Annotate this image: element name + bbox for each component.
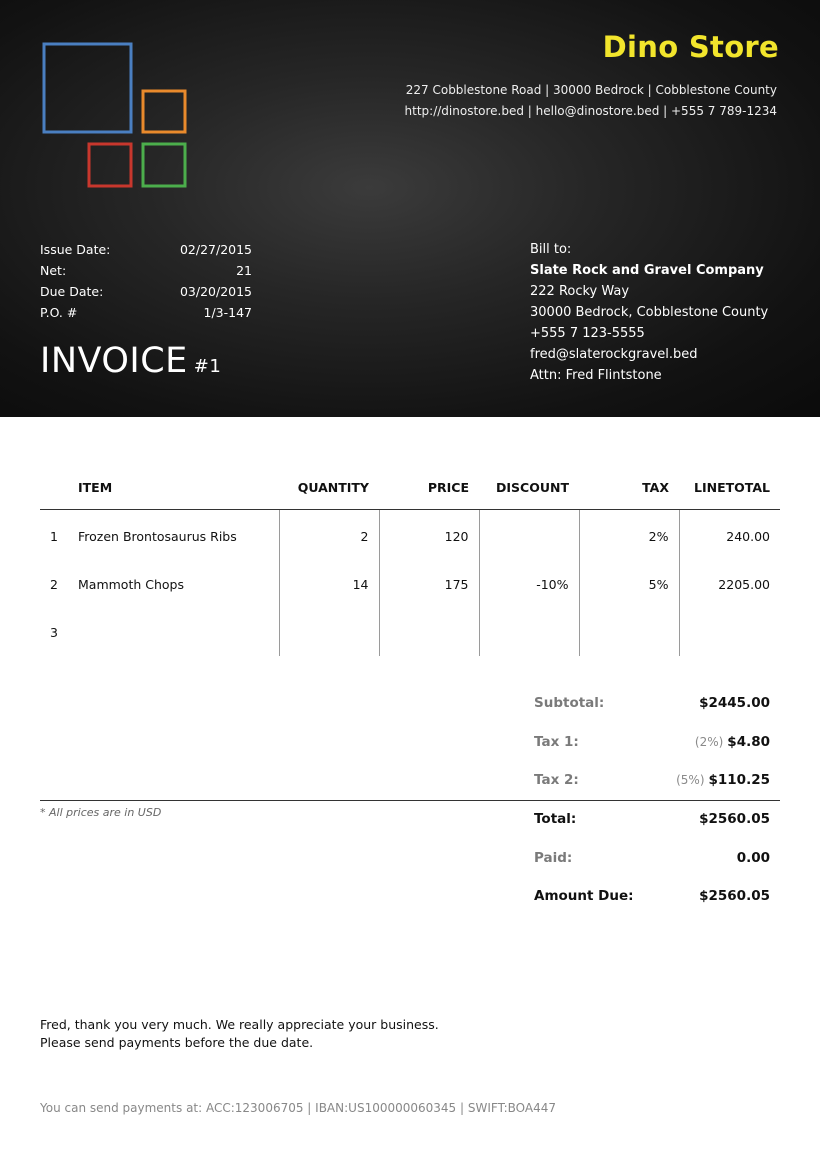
- row-item: [68, 608, 279, 656]
- bill-to-company: Slate Rock and Gravel Company: [530, 263, 764, 278]
- meta-issue-date: Issue Date: 02/27/2015: [40, 242, 252, 263]
- amount-due-value: $2560.05: [699, 888, 770, 905]
- row-linetotal: [678, 608, 780, 656]
- row-discount: [478, 608, 579, 656]
- table-row: 3: [40, 608, 780, 656]
- thank-you-line-2: Please send payments before the due date…: [40, 1035, 314, 1050]
- row-price: 120: [378, 509, 479, 560]
- tax1-label: Tax 1:: [534, 733, 579, 750]
- totals-divider: [40, 800, 780, 801]
- thank-you-note: Fred, thank you very much. We really app…: [40, 1016, 439, 1052]
- logo-square-green: [141, 142, 187, 188]
- tax2-value: $110.25: [708, 772, 771, 789]
- subtotal-label: Subtotal:: [534, 695, 605, 712]
- meta-label: Net:: [40, 263, 67, 278]
- tax2-row: Tax 2: (5%) $110.25: [534, 761, 770, 800]
- bill-to-attn: Attn: Fred Flintstone: [530, 368, 662, 383]
- tax1-percent: (2%): [694, 734, 724, 749]
- invoice-title: INVOICE #1: [40, 341, 221, 381]
- subtotal-value: $2445.00: [699, 695, 770, 712]
- row-tax: 2%: [578, 509, 679, 560]
- meta-label: P.O. #: [40, 305, 78, 320]
- amount-due-row: Amount Due: $2560.05: [534, 877, 770, 916]
- header-quantity: QUANTITY: [279, 466, 379, 510]
- row-number: 3: [50, 624, 58, 640]
- table-row: 2 Mammoth Chops 14 175 -10% 5% 2205.00: [40, 560, 780, 608]
- bill-to-phone: +555 7 123-5555: [530, 326, 645, 341]
- row-linetotal: 2205.00: [678, 560, 780, 608]
- header-linetotal: LINETOTAL: [679, 466, 780, 510]
- bill-to-label: Bill to:: [530, 242, 572, 257]
- row-discount: [478, 509, 579, 560]
- logo-square-red: [87, 142, 133, 188]
- header-item: ITEM: [68, 466, 279, 510]
- row-item: Mammoth Chops: [78, 576, 184, 592]
- paid-label: Paid:: [534, 849, 573, 866]
- header-discount: DISCOUNT: [479, 466, 579, 510]
- tax2-percent: (5%): [676, 773, 705, 788]
- store-name: Dino Store: [602, 30, 779, 64]
- row-quantity: 14: [278, 560, 379, 608]
- row-number: 2: [50, 576, 58, 592]
- total-row: Total: $2560.05: [534, 800, 770, 839]
- row-tax: 5%: [578, 560, 679, 608]
- total-value: $2560.05: [699, 811, 770, 828]
- meta-po: P.O. # 1/3-147: [40, 305, 252, 326]
- invoice-title-text: INVOICE: [40, 341, 188, 381]
- store-address: 227 Cobblestone Road | 30000 Bedrock | C…: [405, 83, 777, 97]
- paid-row: Paid: 0.00: [534, 838, 770, 877]
- thank-you-line-1: Fred, thank you very much. We really app…: [40, 1017, 439, 1032]
- line-items-table: ITEM QUANTITY PRICE DISCOUNT TAX LINETOT…: [40, 466, 780, 656]
- meta-due-date: Due Date: 03/20/2015: [40, 284, 252, 305]
- meta-label: Issue Date:: [40, 242, 111, 257]
- tax1-amount: (2%) $4.80: [695, 734, 770, 750]
- amount-due-label: Amount Due:: [534, 888, 634, 905]
- row-item: Frozen Brontosaurus Ribs: [78, 528, 237, 544]
- meta-value: 21: [236, 263, 252, 278]
- line-items: ITEM QUANTITY PRICE DISCOUNT TAX LINETOT…: [40, 466, 780, 656]
- row-tax: [578, 608, 679, 656]
- meta-net: Net: 21: [40, 263, 252, 284]
- tax2-amount: (5%) $110.25: [676, 772, 770, 788]
- store-contact: http://dinostore.bed | hello@dinostore.b…: [404, 104, 777, 118]
- total-label: Total:: [534, 811, 577, 828]
- row-linetotal: 240.00: [678, 509, 780, 560]
- row-price: 175: [378, 560, 479, 608]
- tax1-row: Tax 1: (2%) $4.80: [534, 723, 770, 762]
- bill-to-city: 30000 Bedrock, Cobblestone County: [530, 305, 769, 320]
- row-quantity: 2: [278, 509, 379, 560]
- bill-to: Bill to: Slate Rock and Gravel Company 2…: [530, 242, 768, 389]
- currency-note: * All prices are in USD: [40, 806, 162, 819]
- meta-value: 1/3-147: [203, 305, 253, 320]
- paid-value: 0.00: [736, 849, 770, 866]
- row-quantity: [278, 608, 379, 656]
- table-header-row: ITEM QUANTITY PRICE DISCOUNT TAX LINETOT…: [40, 466, 780, 510]
- table-row: 1 Frozen Brontosaurus Ribs 2 120 2% 240.…: [40, 509, 780, 560]
- header-tax: TAX: [579, 466, 679, 510]
- meta-value: 02/27/2015: [179, 242, 252, 257]
- payment-info: You can send payments at: ACC:123006705 …: [40, 1101, 556, 1115]
- meta-label: Due Date:: [40, 284, 104, 299]
- header-price: PRICE: [379, 466, 479, 510]
- header-num: [40, 466, 68, 510]
- store-logo: [42, 42, 187, 188]
- logo-square-blue: [42, 42, 133, 134]
- tax1-value: $4.80: [727, 733, 770, 750]
- bill-to-email: fred@slaterockgravel.bed: [530, 347, 698, 362]
- invoice-number: #1: [193, 356, 222, 377]
- subtotal-row: Subtotal: $2445.00: [534, 684, 770, 723]
- invoice-header: Dino Store 227 Cobblestone Road | 30000 …: [0, 0, 820, 417]
- meta-value: 03/20/2015: [179, 284, 252, 299]
- logo-square-orange: [141, 89, 187, 134]
- bill-to-street: 222 Rocky Way: [530, 284, 630, 299]
- row-discount: -10%: [478, 560, 579, 608]
- tax2-label: Tax 2:: [534, 772, 579, 789]
- invoice-meta: Issue Date: 02/27/2015 Net: 21 Due Date:…: [40, 242, 252, 326]
- row-price: [378, 608, 479, 656]
- row-number: 1: [50, 528, 58, 544]
